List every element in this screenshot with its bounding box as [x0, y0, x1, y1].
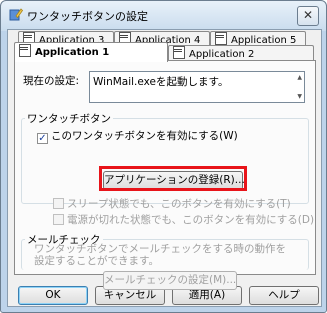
- ok-button[interactable]: OK: [18, 286, 88, 305]
- current-setting-field[interactable]: WinMail.exeを起動します。 ▲ ▼: [89, 71, 305, 103]
- onetouch-group-title: ワンタッチボタン: [25, 111, 113, 126]
- enable-button-checkbox[interactable]: ✓ このワンタッチボタンを有効にする(W): [37, 128, 238, 144]
- scroll-up-icon[interactable]: ▲: [297, 74, 302, 81]
- poweroff-enable-checkbox[interactable]: 電源が切れた状態でも、このボタンを有効にする(D): [53, 212, 314, 227]
- close-button[interactable]: ✕: [297, 6, 319, 26]
- checkbox-unchecked-icon[interactable]: [53, 214, 64, 225]
- checkbox-checked-icon[interactable]: ✓: [37, 133, 48, 144]
- sleep-enable-checkbox[interactable]: スリープ状態でも、このボタンを有効にする(T): [53, 196, 291, 211]
- current-setting-label: 現在の設定:: [23, 75, 80, 87]
- scroll-down-icon[interactable]: ▼: [297, 93, 302, 100]
- close-icon: ✕: [302, 8, 314, 22]
- window-title: ワンタッチボタンの設定: [27, 10, 148, 23]
- app-icon: [173, 46, 185, 59]
- enable-button-label: このワンタッチボタンを有効にする(W): [51, 130, 238, 142]
- help-button[interactable]: ヘルプ: [249, 286, 319, 305]
- mailcheck-settings-button[interactable]: メールチェックの設定(M)...: [103, 271, 237, 290]
- dialog-window: ワンタッチボタンの設定 ✕ Application 3 Application …: [0, 0, 327, 313]
- register-button-highlight: [99, 166, 247, 191]
- poweroff-enable-label: 電源が切れた状態でも、このボタンを有効にする(D): [67, 214, 315, 226]
- title-bar[interactable]: ワンタッチボタンの設定 ✕: [1, 1, 326, 29]
- mailcheck-description: ワンタッチボタンでメールチェックをする時の動作を設定することができます。: [34, 243, 286, 267]
- app-icon: [215, 32, 227, 45]
- app-icon: [19, 44, 31, 57]
- tab-application-1[interactable]: Application 1: [14, 42, 168, 62]
- current-setting-value: WinMail.exeを起動します。: [93, 76, 229, 88]
- sleep-enable-label: スリープ状態でも、このボタンを有効にする(T): [67, 198, 291, 210]
- app-pencil-icon: [9, 8, 23, 21]
- checkbox-unchecked-icon[interactable]: [53, 198, 64, 209]
